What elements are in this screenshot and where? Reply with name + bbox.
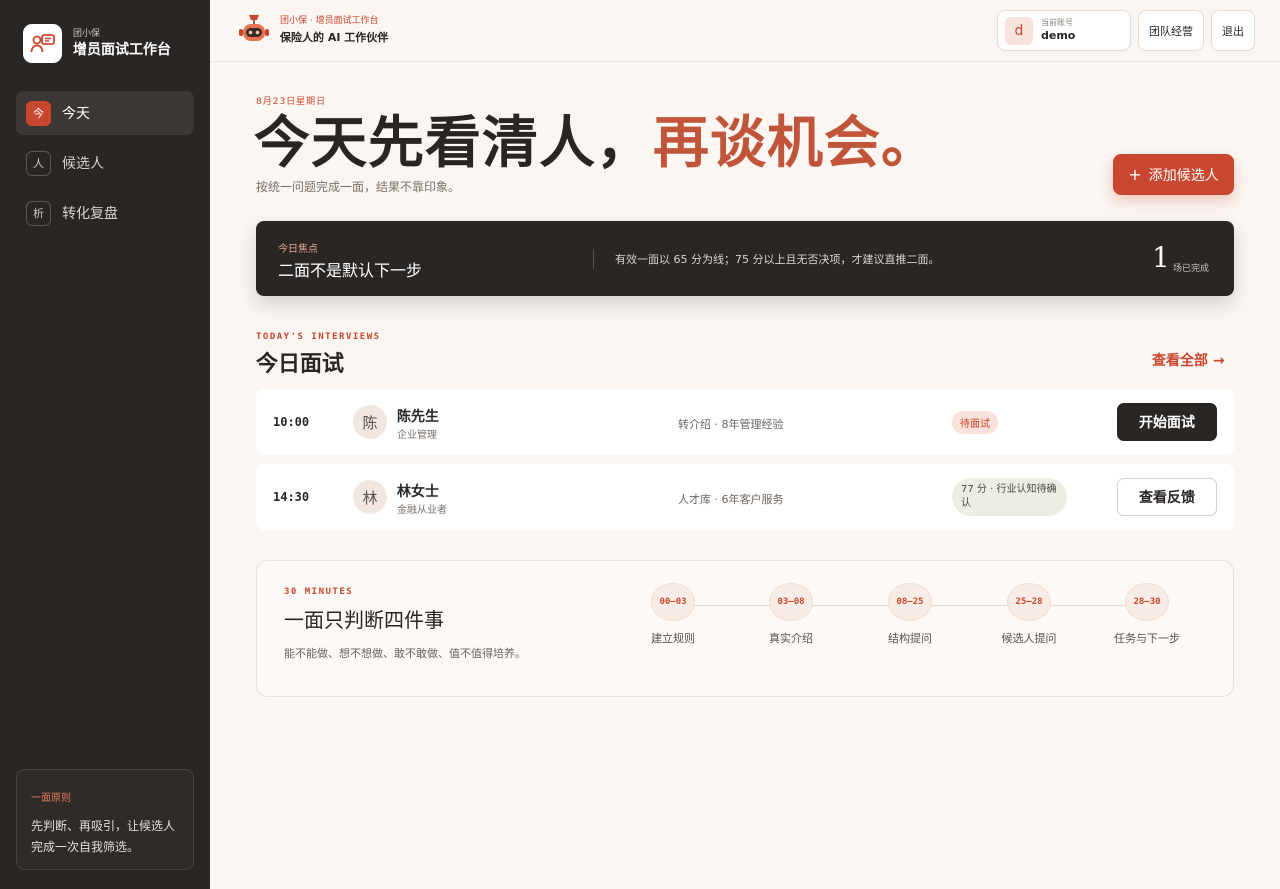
principle-text: 先判断、再吸引，让候选人完成一次自我筛选。 [31,819,176,854]
candidate-name: 陈先生 [397,409,439,425]
sidebar-nav: 今 今天 人 候选人 析 转化复盘 [16,91,194,241]
principle-title: 一面原则 [31,793,71,804]
focus-title: 二面不是默认下一步 [278,261,423,280]
section-title: 今日面试 [256,351,345,377]
page-subtitle: 按统一问题完成一面，结果不靠印象。 [256,180,461,194]
candidate-source: 转介绍 · 8年管理经验 [678,418,784,431]
view-all-link[interactable]: 查看全部 → [1152,350,1225,370]
headline-accent: 再谈机会。 [653,110,938,176]
today-icon: 今 [26,100,51,126]
top-brand-sub: 团小保 · 增员面试工作台 [280,16,379,26]
candidate-role: 企业管理 [397,430,437,441]
focus-label: 今日焦点 [278,244,318,255]
step-range: 00–03 [651,583,695,621]
team-management-button[interactable]: 团队经营 [1138,10,1204,51]
brand-title: 增员面试工作台 [73,41,171,58]
start-interview-button[interactable]: 开始面试 [1117,403,1217,441]
timeline-step: 25–28 候选人提问 [979,583,1079,646]
sidebar-item-label: 转化复盘 [62,206,118,222]
completed-count-label: 场已完成 [1173,264,1210,274]
interview-steps-card: 30 MINUTES 一面只判断四件事 能不能做、想不想做、敢不敢做、值不值得培… [256,560,1234,697]
principle-card: 一面原则 先判断、再吸引，让候选人完成一次自我筛选。 [16,769,194,870]
sidebar-item-today[interactable]: 今 今天 [16,91,194,135]
add-candidate-label: 添加候选人 [1148,167,1219,184]
step-label: 候选人提问 [1001,632,1057,645]
sidebar-item-candidates[interactable]: 人 候选人 [16,141,194,185]
focus-divider [593,249,594,269]
step-range: 03–08 [769,583,813,621]
analysis-icon: 析 [26,200,51,226]
sidebar-item-label: 候选人 [62,156,104,172]
account-name: demo [1041,29,1076,42]
timeline: 00–03 建立规则 03–08 真实介绍 08–25 结构提问 25–28 候… [651,583,1201,663]
brand-logo-icon [23,24,62,63]
account-label: 当前账号 [1041,18,1073,27]
top-brand: 团小保 · 增员面试工作台 保险人的 AI 工作伙伴 [280,14,388,48]
timeline-step: 03–08 真实介绍 [741,583,841,646]
interview-row[interactable]: 14:30 林 林女士 金融从业者 人才库 · 6年客户服务 77 分 · 行业… [256,464,1234,530]
sidebar: 团小保 增员面试工作台 今 今天 人 候选人 析 转化复盘 一面原则 先判断、再… [0,0,210,889]
sidebar-item-label: 今天 [62,106,90,122]
focus-description: 有效一面以 65 分为线；75 分以上且无否决项，才建议直推二面。 [615,253,940,266]
step-label: 真实介绍 [769,632,813,645]
page-title: 今天先看清人，再谈机会。 [254,110,938,176]
step-label: 结构提问 [888,632,932,645]
timeline-step: 28–30 任务与下一步 [1097,583,1197,646]
topbar: 团小保 · 增员面试工作台 保险人的 AI 工作伙伴 d 当前账号 demo 团… [210,0,1280,62]
robot-mascot-icon [239,15,269,41]
logout-button[interactable]: 退出 [1211,10,1255,51]
plus-icon: + [1128,165,1142,184]
step-range: 25–28 [1007,583,1051,621]
avatar: 陈 [353,405,387,439]
focus-banner: 今日焦点 二面不是默认下一步 有效一面以 65 分为线；75 分以上且无否决项，… [256,221,1234,296]
headline-main: 今天先看清人， [254,110,653,176]
timeline-step: 00–03 建立规则 [623,583,723,646]
candidate-role: 金融从业者 [397,505,447,516]
person-icon: 人 [26,150,51,176]
avatar: d [1005,16,1033,45]
interview-row[interactable]: 10:00 陈 陈先生 企业管理 转介绍 · 8年管理经验 待面试 开始面试 [256,389,1234,455]
score-badge: 77 分 · 行业认知待确认 [952,478,1067,516]
interview-time: 14:30 [273,490,310,504]
step-label: 任务与下一步 [1114,632,1180,645]
avatar: 林 [353,480,387,514]
interview-time: 10:00 [273,415,310,429]
account-switcher[interactable]: d 当前账号 demo [997,10,1131,51]
section-eyebrow: TODAY'S INTERVIEWS [256,332,381,342]
steps-eyebrow: 30 MINUTES [284,587,354,597]
view-feedback-button[interactable]: 查看反馈 [1117,478,1217,516]
brand[interactable]: 团小保 增员面试工作台 [23,24,171,63]
status-badge: 待面试 [952,411,998,434]
candidate-name: 林女士 [397,484,439,500]
top-brand-title: 保险人的 AI 工作伙伴 [280,31,389,44]
add-candidate-button[interactable]: + 添加候选人 [1113,154,1234,195]
timeline-step: 08–25 结构提问 [860,583,960,646]
candidate-source: 人才库 · 6年客户服务 [678,493,784,506]
brand-sub: 团小保 [73,28,101,39]
steps-title: 一面只判断四件事 [284,608,444,632]
step-label: 建立规则 [651,632,695,645]
current-date: 8月23日星期日 [256,97,327,107]
step-range: 28–30 [1125,583,1169,621]
completed-count: 1 [1152,241,1170,274]
step-range: 08–25 [888,583,932,621]
sidebar-item-review[interactable]: 析 转化复盘 [16,191,194,235]
steps-description: 能不能做、想不想做、敢不敢做、值不值得培养。 [284,647,526,660]
